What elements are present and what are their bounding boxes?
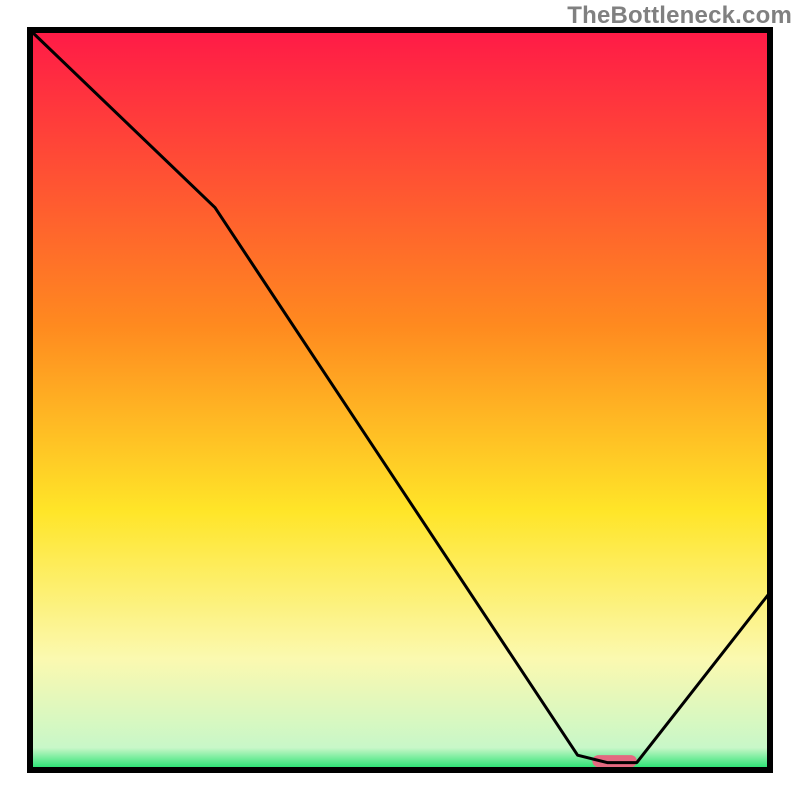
- chart-container: TheBottleneck.com: [0, 0, 800, 800]
- watermark-text: TheBottleneck.com: [567, 2, 792, 30]
- bottleneck-chart: [0, 0, 800, 800]
- gradient-background: [30, 30, 770, 770]
